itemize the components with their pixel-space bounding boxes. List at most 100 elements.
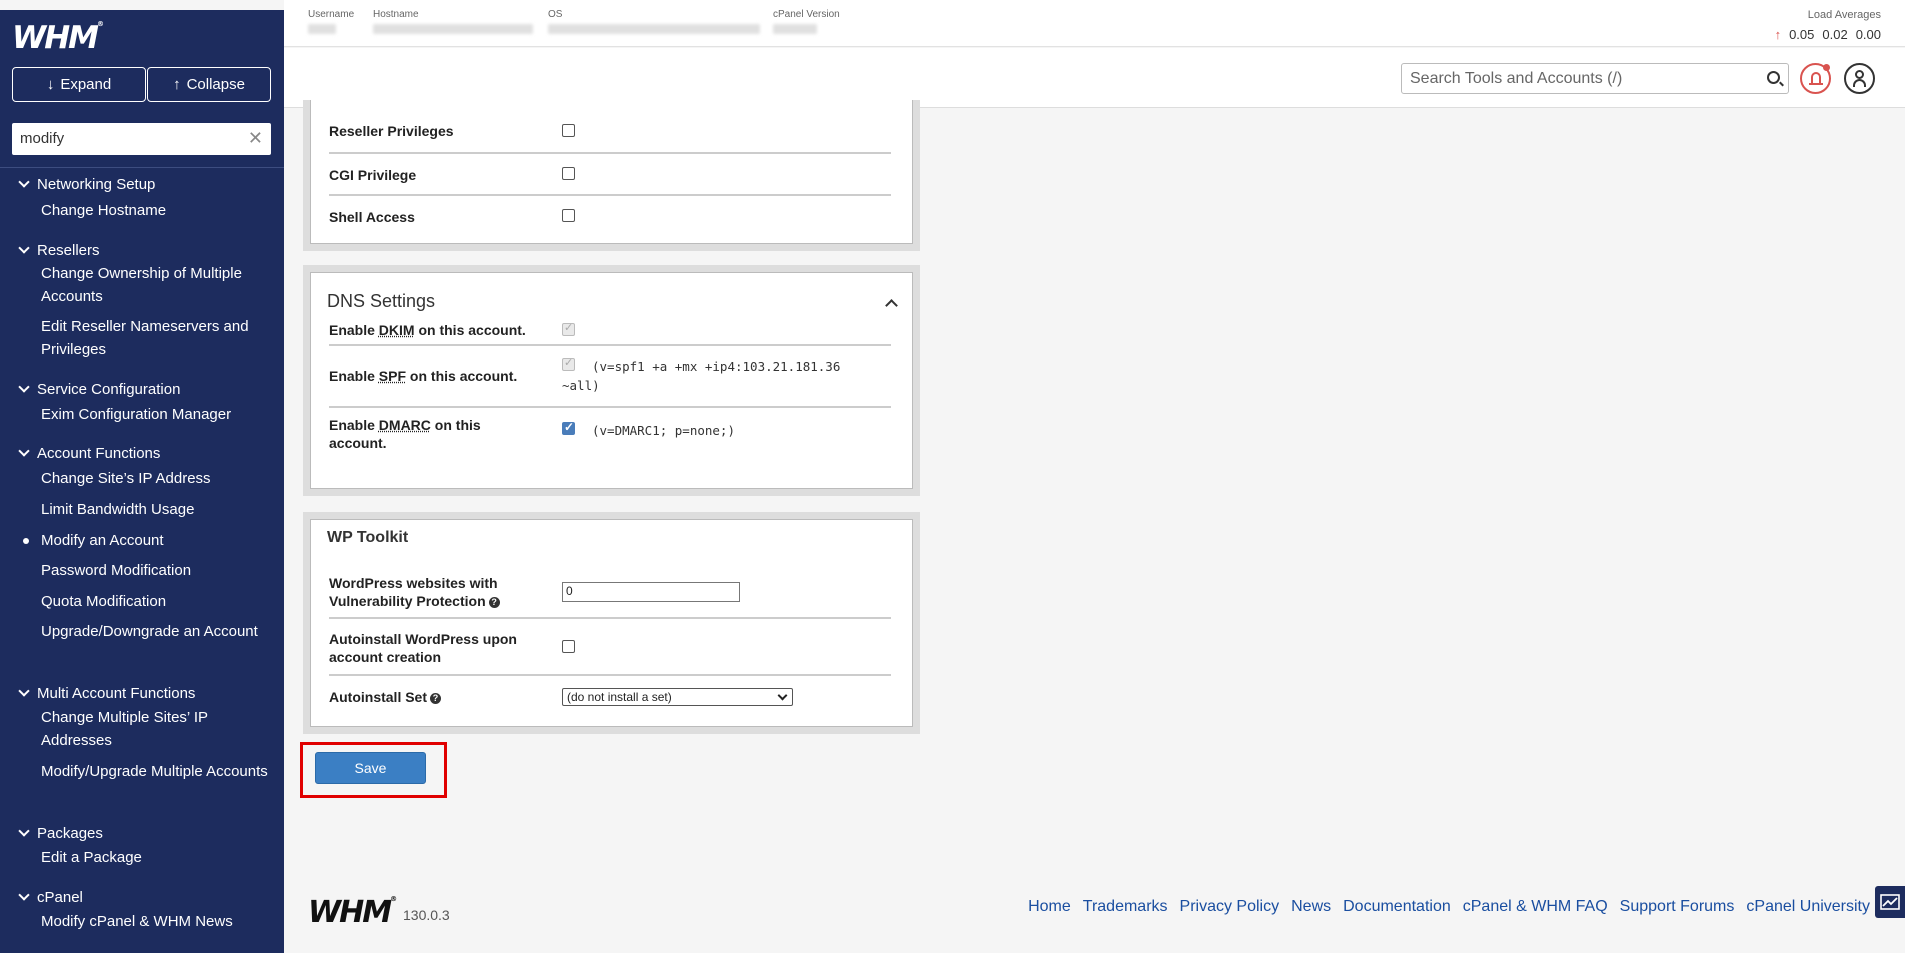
username-label: Username <box>308 9 355 20</box>
collapse-chevron-icon[interactable] <box>885 299 898 312</box>
sidebar-item-modify-upgrade-multiple[interactable]: Modify/Upgrade Multiple Accounts <box>41 760 271 783</box>
spf-record: (v=spf1 +a +mx +ip4:103.21.181.36 <box>592 359 841 374</box>
shell-access-row: Shell Access <box>329 196 891 239</box>
footer-link-trademarks[interactable]: Trademarks <box>1083 898 1168 916</box>
os-value-redacted <box>548 24 760 34</box>
dkim-checkbox[interactable] <box>562 321 575 336</box>
chevron-down-icon <box>18 889 30 901</box>
global-search-input[interactable]: Search Tools and Accounts (/) <box>1401 63 1789 94</box>
sidebar-item-edit-reseller-nameservers[interactable]: Edit Reseller Nameservers and Privileges <box>41 315 271 361</box>
chevron-down-icon <box>18 825 30 837</box>
spf-row: Enable SPF on this account. (v=spf1 +a +… <box>329 346 891 408</box>
autoinstall-wordpress-checkbox[interactable] <box>562 640 575 653</box>
user-icon <box>1855 70 1864 79</box>
hostname-value-redacted <box>373 24 533 34</box>
load-15min: 0.00 <box>1855 27 1881 42</box>
load-averages-label: Load Averages <box>1807 9 1881 21</box>
sidebar-item-change-site-ip[interactable]: Change Site’s IP Address <box>41 467 271 490</box>
sidebar-item-change-multiple-ips[interactable]: Change Multiple Sites’ IP Addresses <box>41 706 271 752</box>
sidebar-item-modify-news[interactable]: Modify cPanel & WHM News <box>41 910 271 933</box>
save-button[interactable]: Save <box>315 752 426 784</box>
footer-link-university[interactable]: cPanel University <box>1746 898 1870 916</box>
footer-link-documentation[interactable]: Documentation <box>1343 898 1451 916</box>
notifications-button[interactable] <box>1800 63 1831 94</box>
user-menu-button[interactable] <box>1844 63 1875 94</box>
wp-toolkit-title: WP Toolkit <box>327 529 409 546</box>
sidebar-category-cpanel[interactable]: cPanel <box>18 889 83 906</box>
whm-logo[interactable]: WHM® <box>12 20 104 56</box>
chart-trend-icon <box>1880 894 1900 910</box>
help-icon[interactable]: ? <box>488 597 500 608</box>
wp-toolkit-panel: WP Toolkit WordPress websites with Vulner… <box>303 512 920 734</box>
sidebar-category-service-config[interactable]: Service Configuration <box>18 381 180 398</box>
cpanel-version-value-redacted <box>773 24 817 34</box>
dns-settings-title: DNS Settings <box>327 291 436 311</box>
shell-access-checkbox[interactable] <box>562 209 575 222</box>
chevron-down-icon <box>18 242 30 254</box>
dmarc-abbr: DMARC <box>378 417 431 433</box>
cgi-privilege-row: CGI Privilege <box>329 154 891 196</box>
load-averages: ↑ 0.05 0.02 0.00 <box>1775 27 1881 42</box>
footer-link-forums[interactable]: Support Forums <box>1620 898 1735 916</box>
vulnerability-protection-row: WordPress websites with Vulnerability Pro… <box>329 562 891 619</box>
footer-whm-logo: WHM® <box>308 895 398 930</box>
chevron-down-icon <box>18 445 30 457</box>
dkim-row: Enable DKIM on this account. <box>329 317 891 346</box>
version-number: 130.0.3 <box>403 907 450 923</box>
server-info-bar: Username Hostname OS cPanel Version Load… <box>284 0 1905 47</box>
spf-abbr: SPF <box>378 368 407 384</box>
dns-settings-panel: DNS Settings Enable DKIM on this account… <box>303 265 920 496</box>
analytics-button[interactable] <box>1875 886 1905 918</box>
autoinstall-set-select[interactable]: (do not install a set) <box>562 688 793 706</box>
dkim-abbr: DKIM <box>378 322 415 338</box>
reseller-privileges-checkbox[interactable] <box>562 124 575 137</box>
sidebar-item-password-modification[interactable]: Password Modification <box>41 559 271 582</box>
sidebar: WHM® ↓ Expand ↑ Collapse modify ✕ Networki… <box>0 10 284 953</box>
sidebar-item-exim-config[interactable]: Exim Configuration Manager <box>41 403 271 426</box>
dmarc-checkbox[interactable] <box>562 420 575 435</box>
hostname-label: Hostname <box>373 9 419 20</box>
clear-search-icon[interactable]: ✕ <box>248 128 263 149</box>
footer-link-news[interactable]: News <box>1291 898 1331 916</box>
footer-link-privacy[interactable]: Privacy Policy <box>1180 898 1280 916</box>
chevron-down-icon <box>18 381 30 393</box>
vulnerability-protection-input[interactable]: 0 <box>562 582 740 602</box>
divider <box>0 167 284 168</box>
spf-checkbox[interactable] <box>562 356 575 371</box>
load-1min: 0.05 <box>1789 27 1815 42</box>
sidebar-item-edit-package[interactable]: Edit a Package <box>41 846 271 869</box>
privileges-panel: Reseller Privileges CGI Privilege Shell … <box>303 100 920 251</box>
footer-link-home[interactable]: Home <box>1028 898 1071 916</box>
sidebar-search-input[interactable]: modify ✕ <box>12 123 271 155</box>
bell-icon <box>1809 72 1823 85</box>
search-icon[interactable] <box>1767 71 1780 84</box>
arrow-down-icon: ↓ <box>46 76 55 93</box>
chevron-down-icon <box>18 685 30 697</box>
notification-dot <box>1823 64 1830 71</box>
dmarc-row: Enable DMARC on thisaccount. (v=DMARC1; … <box>329 408 891 461</box>
username-value-redacted <box>308 24 336 34</box>
sidebar-category-packages[interactable]: Packages <box>18 825 103 842</box>
help-icon[interactable]: ? <box>430 693 442 704</box>
sidebar-item-quota-modification[interactable]: Quota Modification <box>41 590 271 613</box>
sidebar-category-networking[interactable]: Networking Setup <box>18 176 155 193</box>
sidebar-item-upgrade-downgrade[interactable]: Upgrade/Downgrade an Account <box>41 620 271 643</box>
dmarc-record: (v=DMARC1; p=none;) <box>592 423 735 438</box>
os-label: OS <box>548 9 563 20</box>
footer-link-faq[interactable]: cPanel & WHM FAQ <box>1463 898 1608 916</box>
cpanel-version-label: cPanel Version <box>773 9 840 20</box>
sidebar-category-resellers[interactable]: Resellers <box>18 242 100 259</box>
spf-record-continued: ~all) <box>562 378 600 393</box>
cgi-privilege-checkbox[interactable] <box>562 167 575 180</box>
reseller-privileges-row: Reseller Privileges <box>329 110 891 154</box>
expand-button[interactable]: ↓ Expand <box>12 67 146 102</box>
sidebar-item-modify-account[interactable]: Modify an Account <box>23 529 271 552</box>
collapse-button[interactable]: ↑ Collapse <box>147 67 271 102</box>
autoinstall-set-row: Autoinstall Set? (do not install a set) <box>329 676 891 719</box>
sidebar-item-change-hostname[interactable]: Change Hostname <box>41 199 271 222</box>
arrow-up-icon: ↑ <box>1774 27 1782 42</box>
sidebar-category-account-functions[interactable]: Account Functions <box>18 445 160 462</box>
sidebar-item-limit-bandwidth[interactable]: Limit Bandwidth Usage <box>41 498 271 521</box>
sidebar-item-change-ownership[interactable]: Change Ownership of Multiple Accounts <box>41 262 271 308</box>
sidebar-category-multi-account[interactable]: Multi Account Functions <box>18 685 195 702</box>
